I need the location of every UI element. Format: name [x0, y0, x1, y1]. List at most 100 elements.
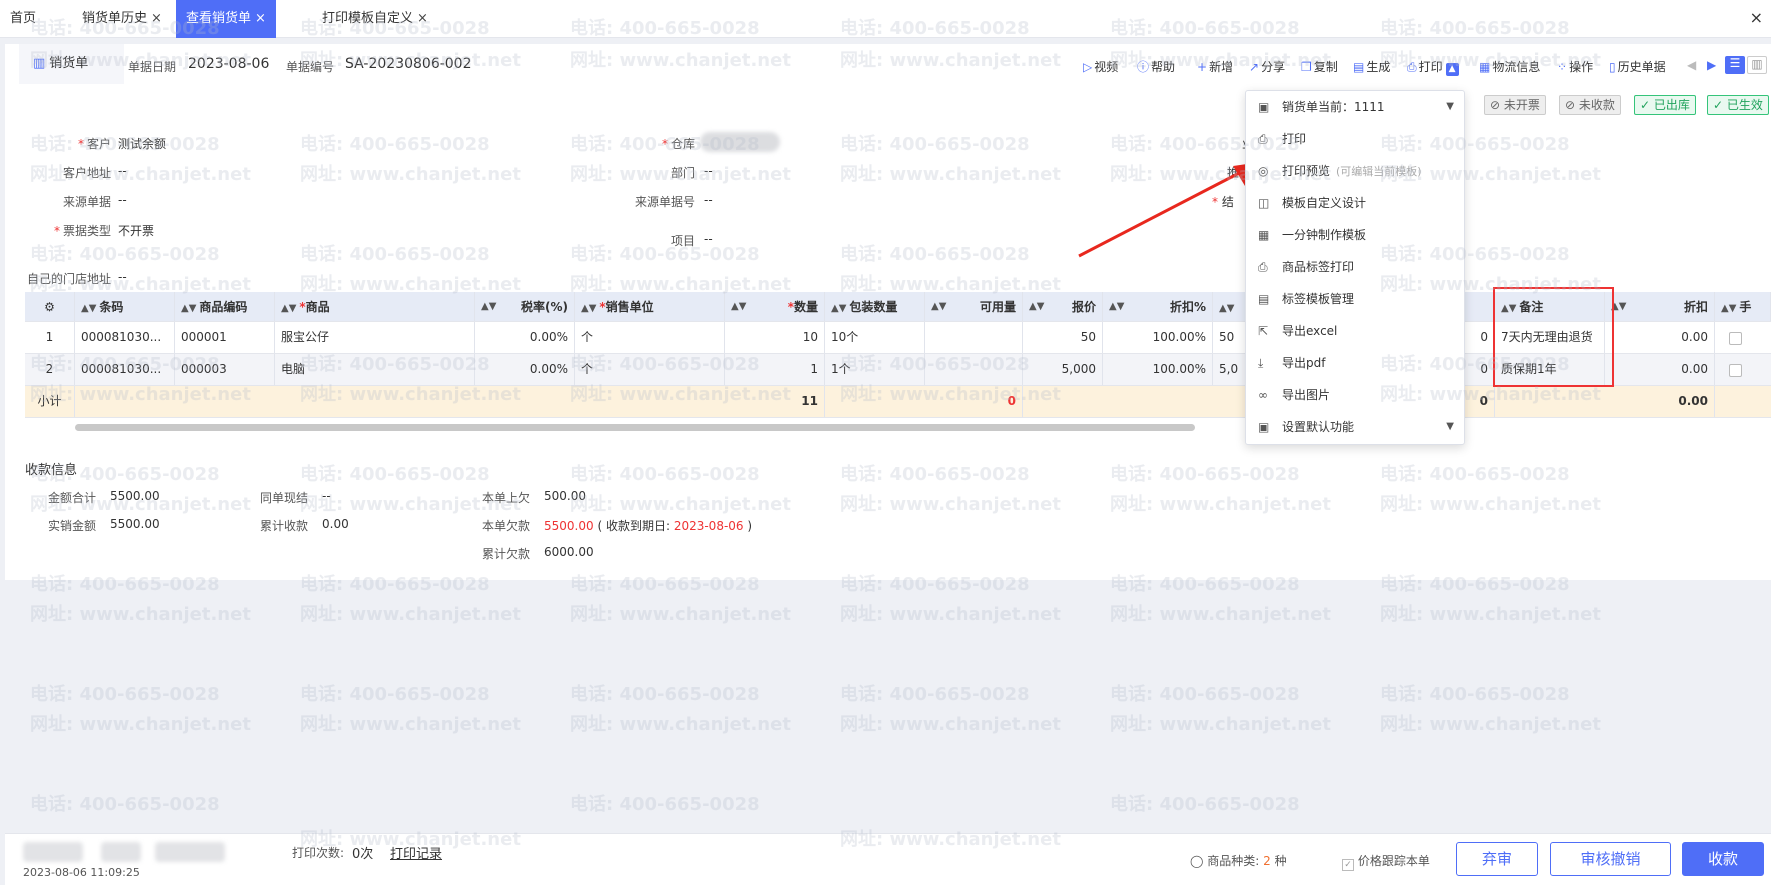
columns-view-icon[interactable]: ▥: [1747, 56, 1767, 74]
cum-owed-label: 累计欠款: [482, 547, 531, 561]
chevron-up-icon[interactable]: ▲: [1445, 63, 1459, 76]
cell-product[interactable]: 电脑: [275, 354, 475, 385]
logistics-button[interactable]: ▦ 物流信息: [1479, 58, 1540, 75]
revoke-review-button[interactable]: 审核撤销: [1550, 842, 1671, 876]
source-doc-no-value: --: [704, 193, 713, 207]
header-sales-unit[interactable]: ▲▼ *销售单位: [575, 292, 725, 321]
header-price[interactable]: ▲▼ 报价: [1023, 292, 1103, 321]
menu-item-template-design[interactable]: ◫ 模板自定义设计: [1246, 187, 1466, 219]
header-product[interactable]: ▲▼ *商品: [275, 292, 475, 321]
caret-down-icon: ▼: [1446, 421, 1454, 432]
operate-label: 操作: [1569, 60, 1594, 74]
column-settings-icon[interactable]: ⚙: [25, 292, 75, 321]
cell-quantity[interactable]: 10: [725, 322, 825, 353]
cell-pack-qty[interactable]: 10个: [825, 322, 925, 353]
cell-discount[interactable]: 0.00: [1605, 322, 1715, 353]
share-button[interactable]: ↗ 分享: [1249, 58, 1285, 75]
print-button[interactable]: ⎙ 打印 ▲: [1407, 58, 1459, 76]
cell-quantity[interactable]: 1: [725, 354, 825, 385]
price-track-label: 价格跟踪本单: [1357, 854, 1430, 868]
menu-item-set-default[interactable]: ▣ 设置默认功能 ▼: [1246, 411, 1466, 443]
cell-tax-rate[interactable]: 0.00%: [475, 322, 575, 353]
menu-item-print-preview[interactable]: ◎ 打印预览 (可编辑当前模板): [1246, 155, 1466, 187]
cell-discount-pct[interactable]: 100.00%: [1103, 322, 1213, 353]
header-text: 报价: [1071, 300, 1096, 314]
collect-payment-button[interactable]: 收款: [1682, 842, 1764, 876]
menu-item-current-template[interactable]: ▣ 销货单当前：1111 ▼: [1246, 91, 1466, 123]
watermark-site: 网址: www.chanjet.net: [570, 714, 791, 735]
cell-product-code[interactable]: 000001: [175, 322, 275, 353]
tab-home[interactable]: 首页: [0, 0, 46, 38]
copy-button[interactable]: ❐ 复制: [1301, 58, 1338, 75]
cell-tax-rate[interactable]: 0.00%: [475, 354, 575, 385]
total-amount-value: 5500.00: [110, 489, 160, 503]
menu-item-label-print[interactable]: ⎙ 商品标签打印: [1246, 251, 1466, 283]
cell-barcode[interactable]: 000081030...: [75, 322, 175, 353]
doc-type-tab[interactable]: ▥ 销货单: [19, 44, 124, 84]
tab-sales-history[interactable]: 销货单历史 ×: [72, 0, 172, 38]
cell-sales-unit[interactable]: 个: [575, 354, 725, 385]
header-pack-qty[interactable]: ▲▼ 包装数量: [825, 292, 925, 321]
tab-view-sales-order[interactable]: 查看销货单 ×: [176, 0, 276, 38]
cell-discount-pct[interactable]: 100.00%: [1103, 354, 1213, 385]
operate-button[interactable]: ⁘ 操作: [1557, 58, 1593, 75]
tab-print-template[interactable]: 打印模板自定义 ×: [312, 0, 438, 38]
close-icon[interactable]: ×: [417, 11, 428, 26]
close-icon[interactable]: ×: [255, 11, 266, 26]
header-quantity[interactable]: ▲▼ *数量: [725, 292, 825, 321]
cell-available: [925, 354, 1023, 385]
abandon-review-button[interactable]: 弃审: [1456, 842, 1538, 876]
generate-label: 生成: [1366, 60, 1391, 74]
cell-product[interactable]: 服宝公仔: [275, 322, 475, 353]
cell-pack-qty[interactable]: 1个: [825, 354, 925, 385]
design-icon: ◫: [1258, 196, 1270, 210]
cell-price[interactable]: 5,000: [1023, 354, 1103, 385]
header-barcode[interactable]: ▲▼ 条码: [75, 292, 175, 321]
new-button[interactable]: + 新增: [1197, 58, 1233, 75]
list-view-icon[interactable]: ☰: [1725, 56, 1745, 74]
price-track-checkbox[interactable]: ✓: [1342, 859, 1354, 871]
header-discount[interactable]: ▲▼ 折扣: [1605, 292, 1715, 321]
menu-item-export-image[interactable]: ∞ 导出图片: [1246, 379, 1466, 411]
menu-item-export-pdf[interactable]: ⤓ 导出pdf: [1246, 347, 1466, 379]
row-checkbox[interactable]: [1729, 332, 1742, 345]
header-product-code[interactable]: ▲▼ 商品编码: [175, 292, 275, 321]
row-checkbox[interactable]: [1729, 364, 1742, 377]
menu-label: 导出pdf: [1282, 356, 1326, 370]
cell-hidden-col: 0: [1465, 322, 1495, 353]
header-tax-rate[interactable]: ▲▼ 税率(%): [475, 292, 575, 321]
cell-price[interactable]: 50: [1023, 322, 1103, 353]
menu-item-print[interactable]: ⎙ 打印: [1246, 123, 1466, 155]
label-text: 客户: [86, 137, 111, 151]
close-icon[interactable]: ×: [151, 11, 162, 26]
history-button[interactable]: ▯ 历史单据: [1609, 58, 1666, 75]
header-discount-pct[interactable]: ▲▼ 折扣%: [1103, 292, 1213, 321]
customer-value[interactable]: 测试余额: [118, 135, 166, 152]
next-arrow-icon[interactable]: ▶: [1707, 58, 1716, 72]
menu-item-export-excel[interactable]: ⇱ 导出excel: [1246, 315, 1466, 347]
menu-item-label-template-manage[interactable]: ▤ 标签模板管理: [1246, 283, 1466, 315]
header-text: 条码: [99, 300, 124, 314]
menu-hint: (可编辑当前模板): [1336, 165, 1422, 178]
help-button[interactable]: ⓘ 帮助: [1137, 58, 1175, 75]
row-index: 2: [25, 354, 75, 385]
horizontal-scrollbar[interactable]: [75, 424, 1195, 431]
print-record-link[interactable]: 打印记录: [390, 843, 442, 862]
warehouse-value-blurred[interactable]: [700, 132, 780, 152]
print-label: 打印: [1418, 60, 1443, 74]
header-available[interactable]: ▲▼ 可用量: [925, 292, 1023, 321]
share-label: 分享: [1261, 60, 1286, 74]
header-manual[interactable]: ▲▼ 手: [1715, 292, 1771, 321]
cell-sales-unit[interactable]: 个: [575, 322, 725, 353]
price-track-option[interactable]: ✓ 价格跟踪本单: [1342, 852, 1430, 871]
prev-arrow-icon[interactable]: ◀: [1687, 58, 1696, 72]
video-button[interactable]: ▷ 视频: [1083, 58, 1118, 75]
cell-product-code[interactable]: 000003: [175, 354, 275, 385]
window-close-icon[interactable]: ×: [1750, 8, 1763, 27]
menu-item-quick-template[interactable]: ▦ 一分钟制作模板: [1246, 219, 1466, 251]
cell-discount[interactable]: 0.00: [1605, 354, 1715, 385]
generate-button[interactable]: ▤ 生成: [1353, 58, 1390, 75]
cell-barcode[interactable]: 000081030...: [75, 354, 175, 385]
invoice-type-value[interactable]: 不开票: [118, 222, 154, 239]
menu-label: 模板自定义设计: [1282, 196, 1367, 210]
